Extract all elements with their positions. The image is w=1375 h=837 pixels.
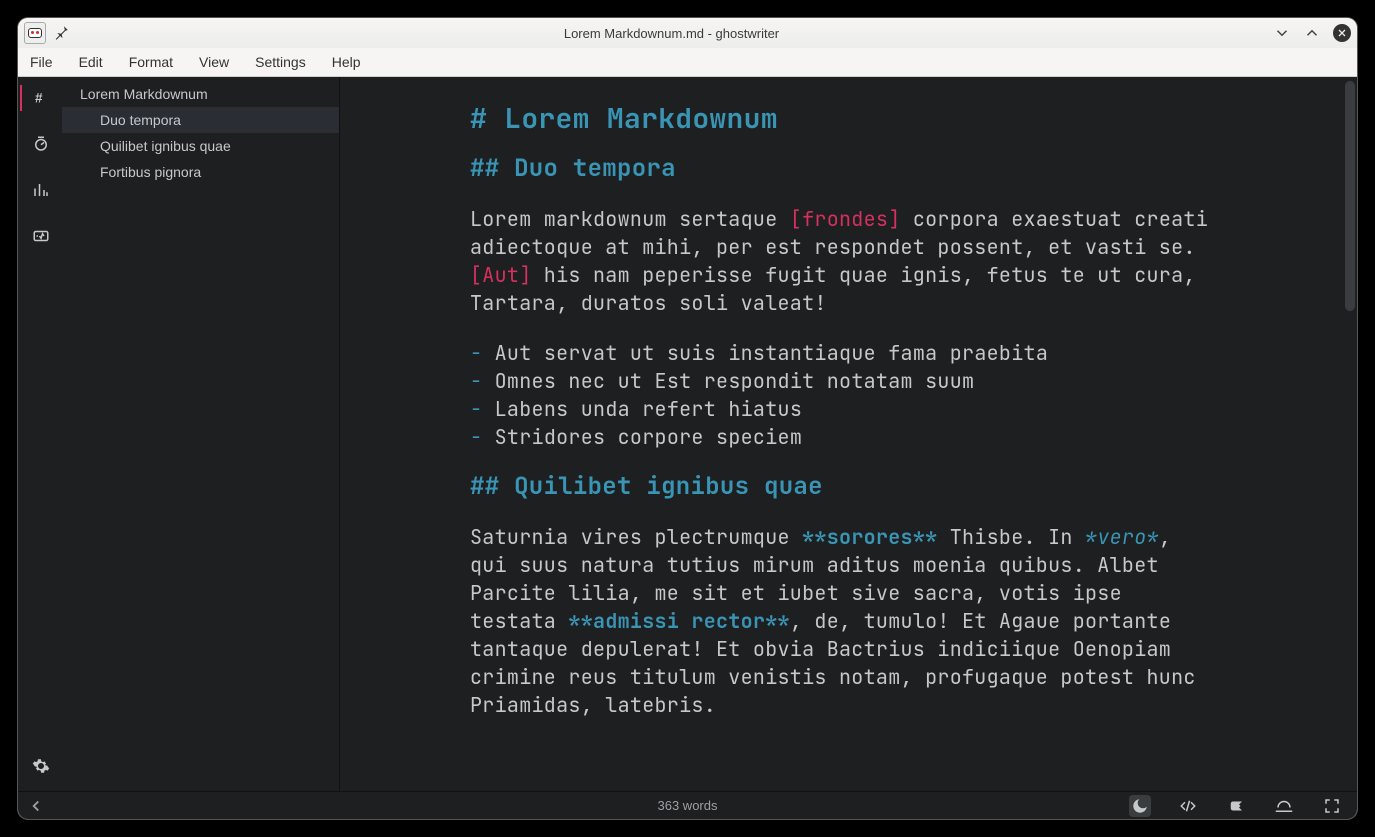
bold-marker: ** bbox=[765, 608, 790, 634]
markdown-link: [Aut] bbox=[470, 262, 532, 288]
maximize-button[interactable] bbox=[1303, 24, 1321, 42]
outline-item-label: Duo tempora bbox=[100, 112, 181, 128]
dark-mode-button[interactable] bbox=[1129, 795, 1151, 817]
word-count: 363 words bbox=[658, 798, 718, 813]
outline-item[interactable]: Lorem Markdownum bbox=[62, 81, 339, 107]
menu-settings[interactable]: Settings bbox=[255, 54, 306, 70]
list-item: Aut servat ut suis instantiaque fama pra… bbox=[495, 340, 1049, 366]
minimize-button[interactable] bbox=[1273, 24, 1291, 42]
sidebar-rail: # bbox=[18, 77, 62, 791]
app-icon bbox=[24, 22, 46, 44]
fullscreen-button[interactable] bbox=[1321, 795, 1343, 817]
outline-item-label: Fortibus pignora bbox=[100, 164, 201, 180]
bullet-marker: - bbox=[470, 340, 482, 366]
outline-item[interactable]: Fortibus pignora bbox=[62, 159, 339, 185]
list: - Aut servat ut suis instantiaque fama p… bbox=[470, 339, 1220, 451]
menu-view[interactable]: View bbox=[199, 54, 229, 70]
window-title: Lorem Markdownum.md - ghostwriter bbox=[70, 26, 1273, 41]
cheatsheet-icon[interactable] bbox=[20, 221, 62, 251]
heading-marker: # bbox=[470, 100, 487, 137]
menu-format[interactable]: Format bbox=[129, 54, 173, 70]
markdown-link: [frondes] bbox=[790, 206, 901, 232]
document-stats-icon[interactable] bbox=[20, 175, 62, 205]
close-button[interactable] bbox=[1333, 24, 1351, 42]
paragraph: Lorem markdownum sertaque [frondes] corp… bbox=[470, 205, 1220, 317]
heading-text: Duo tempora bbox=[514, 153, 676, 184]
svg-text:#: # bbox=[35, 91, 43, 106]
menu-help[interactable]: Help bbox=[332, 54, 361, 70]
heading-text: Lorem Markdownum bbox=[504, 100, 778, 137]
statusbar: 363 words bbox=[18, 791, 1357, 819]
titlebar: Lorem Markdownum.md - ghostwriter bbox=[18, 18, 1357, 48]
bold-marker: ** bbox=[802, 524, 827, 550]
bold-text: sorores bbox=[827, 524, 913, 550]
heading-marker: ## bbox=[470, 153, 499, 184]
hemingway-button[interactable] bbox=[1225, 795, 1247, 817]
outline-panel: Lorem Markdownum Duo tempora Quilibet ig… bbox=[62, 77, 340, 791]
italic-marker: * bbox=[1147, 524, 1159, 550]
list-item: Labens unda refert hiatus bbox=[495, 396, 803, 422]
bullet-marker: - bbox=[470, 396, 482, 422]
list-item: Omnes nec ut Est respondit notatam suum bbox=[495, 368, 975, 394]
menu-edit[interactable]: Edit bbox=[79, 54, 103, 70]
back-button[interactable] bbox=[18, 792, 54, 819]
editor[interactable]: # Lorem Markdownum ## Duo tempora Lorem … bbox=[340, 77, 1357, 791]
list-item: Stridores corpore speciem bbox=[495, 424, 803, 450]
menu-file[interactable]: File bbox=[30, 54, 53, 70]
focus-button[interactable] bbox=[1273, 795, 1295, 817]
bullet-marker: - bbox=[470, 424, 482, 450]
session-stats-icon[interactable] bbox=[20, 129, 62, 159]
bullet-marker: - bbox=[470, 368, 482, 394]
paragraph: Saturnia vires plectrumque **sorores** T… bbox=[470, 523, 1220, 719]
bold-marker: ** bbox=[568, 608, 593, 634]
heading-text: Quilibet ignibus quae bbox=[514, 471, 823, 502]
html-preview-button[interactable] bbox=[1177, 795, 1199, 817]
bold-text: admissi rector bbox=[593, 608, 765, 634]
settings-icon[interactable] bbox=[20, 751, 62, 781]
outline-item[interactable]: Duo tempora bbox=[62, 107, 339, 133]
outline-item-label: Lorem Markdownum bbox=[80, 86, 208, 102]
italic-text: vero bbox=[1097, 524, 1146, 550]
outline-item-label: Quilibet ignibus quae bbox=[100, 138, 231, 154]
pin-icon[interactable] bbox=[52, 24, 70, 42]
menubar: File Edit Format View Settings Help bbox=[18, 48, 1357, 77]
scrollbar[interactable] bbox=[1345, 81, 1355, 311]
outline-icon[interactable]: # bbox=[20, 83, 62, 113]
outline-item[interactable]: Quilibet ignibus quae bbox=[62, 133, 339, 159]
italic-marker: * bbox=[1085, 524, 1097, 550]
bold-marker: ** bbox=[913, 524, 938, 550]
heading-marker: ## bbox=[470, 471, 499, 502]
